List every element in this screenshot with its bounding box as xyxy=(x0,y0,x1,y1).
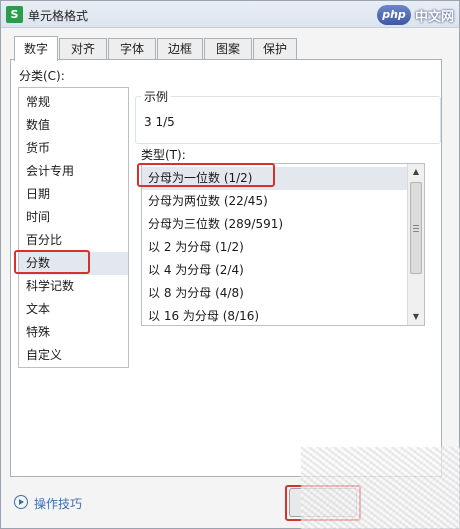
category-item-percentage[interactable]: 百分比 xyxy=(19,229,128,252)
tab-protection[interactable]: 保护 xyxy=(253,38,297,60)
type-item-halves[interactable]: 以 2 为分母 (1/2) xyxy=(142,236,408,259)
number-format-panel: 分类(C): 常规 数值 货币 会计专用 日期 时间 百分比 分数 科学记数 文… xyxy=(10,59,442,477)
window-title: 单元格格式 xyxy=(28,9,89,23)
type-label: 类型(T): xyxy=(141,148,186,162)
watermark-badge: php xyxy=(377,5,411,25)
arrow-down-icon[interactable]: ▼ xyxy=(408,309,424,325)
type-item-eighths[interactable]: 以 8 为分母 (4/8) xyxy=(142,282,408,305)
category-item-special[interactable]: 特殊 xyxy=(19,321,128,344)
tab-alignment[interactable]: 对齐 xyxy=(59,38,107,60)
type-list-scrollbar[interactable]: ▲ ▼ xyxy=(407,164,424,325)
watermark-text: 中文网 xyxy=(415,10,455,25)
type-highlight-box xyxy=(137,163,275,187)
category-item-scientific[interactable]: 科学记数 xyxy=(19,275,128,298)
help-tips-label: 操作技巧 xyxy=(34,497,83,511)
play-circle-icon xyxy=(14,495,28,509)
category-item-number[interactable]: 数值 xyxy=(19,114,128,137)
category-highlight-box xyxy=(14,250,90,274)
type-item-three-digit[interactable]: 分母为三位数 (289/591) xyxy=(142,213,408,236)
arrow-up-icon[interactable]: ▲ xyxy=(408,164,424,180)
type-item-quarters[interactable]: 以 4 为分母 (2/4) xyxy=(142,259,408,282)
pixelated-overlay xyxy=(301,447,460,529)
sample-value: 3 1/5 xyxy=(144,115,175,129)
app-icon: S xyxy=(6,6,23,23)
tab-border[interactable]: 边框 xyxy=(157,38,203,60)
type-item-sixteenths[interactable]: 以 16 为分母 (8/16) xyxy=(142,305,408,325)
sample-label: 示例 xyxy=(141,88,172,105)
title-bar[interactable]: S 单元格格式 php 中文网 xyxy=(1,1,459,28)
category-item-time[interactable]: 时间 xyxy=(19,206,128,229)
category-item-accounting[interactable]: 会计专用 xyxy=(19,160,128,183)
category-item-custom[interactable]: 自定义 xyxy=(19,344,128,367)
category-item-text[interactable]: 文本 xyxy=(19,298,128,321)
watermark-logo: php 中文网 xyxy=(373,3,459,27)
category-label: 分类(C): xyxy=(19,69,65,83)
grip-icon xyxy=(413,225,419,232)
type-item-two-digit[interactable]: 分母为两位数 (22/45) xyxy=(142,190,408,213)
category-list[interactable]: 常规 数值 货币 会计专用 日期 时间 百分比 分数 科学记数 文本 特殊 自定… xyxy=(18,87,129,368)
scroll-thumb[interactable] xyxy=(410,182,422,274)
sample-group xyxy=(135,96,441,144)
tab-number[interactable]: 数字 xyxy=(14,36,58,61)
tab-pattern[interactable]: 图案 xyxy=(204,38,252,60)
format-cells-dialog: S 单元格格式 php 中文网 数字 对齐 字体 边框 图案 保护 分类(C):… xyxy=(0,0,460,529)
category-item-date[interactable]: 日期 xyxy=(19,183,128,206)
category-item-general[interactable]: 常规 xyxy=(19,91,128,114)
tab-font[interactable]: 字体 xyxy=(108,38,156,60)
category-item-currency[interactable]: 货币 xyxy=(19,137,128,160)
type-list[interactable]: 分母为一位数 (1/2) 分母为两位数 (22/45) 分母为三位数 (289/… xyxy=(141,163,425,326)
